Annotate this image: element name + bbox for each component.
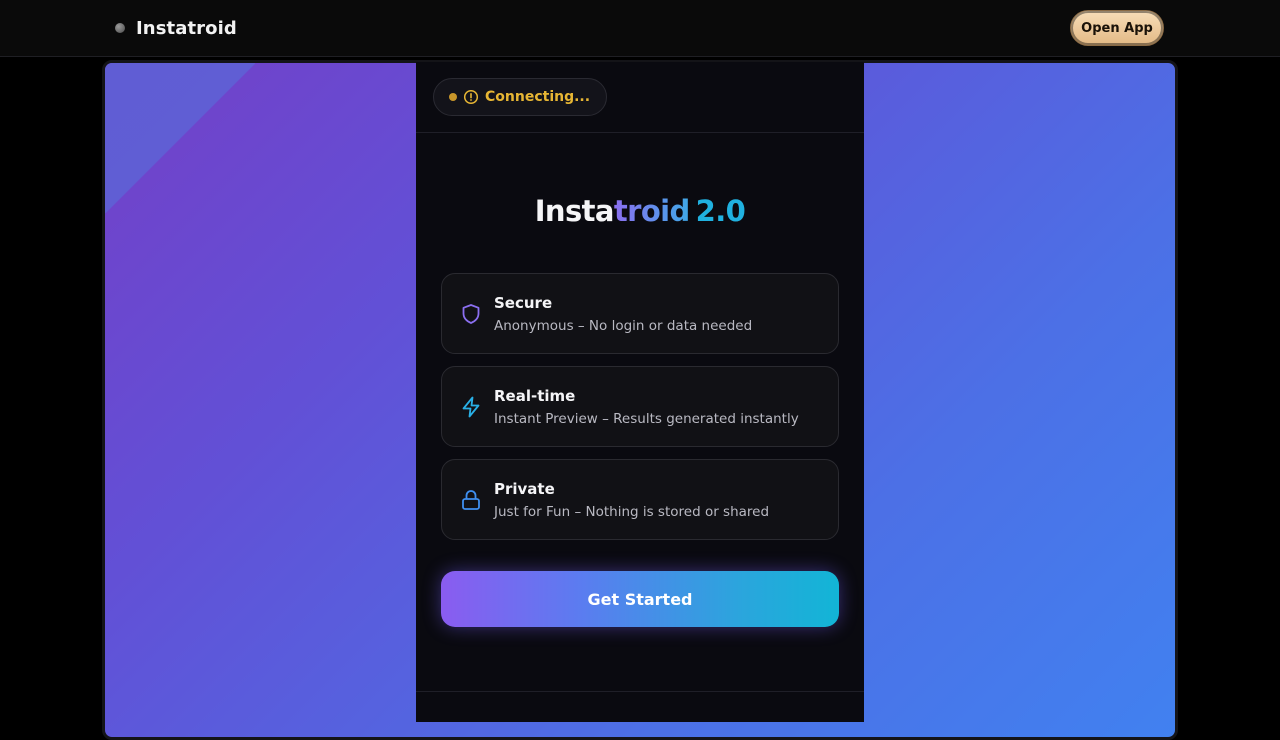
panel-divider bbox=[416, 691, 864, 692]
title-part-b: troid bbox=[613, 194, 690, 228]
main-panel: Connecting... Instatroid 2.0 Secure Anony… bbox=[416, 62, 864, 722]
page-title: Instatroid 2.0 bbox=[416, 194, 864, 228]
feature-description: Just for Fun – Nothing is stored or shar… bbox=[494, 504, 770, 520]
lightning-icon bbox=[459, 395, 483, 419]
status-text: Connecting... bbox=[485, 89, 591, 105]
title-part-a: Insta bbox=[534, 194, 615, 228]
feature-card-realtime: Real-time Instant Preview – Results gene… bbox=[441, 366, 839, 447]
get-started-button[interactable]: Get Started bbox=[441, 571, 839, 627]
brand-logo-icon bbox=[115, 23, 125, 33]
brand-name: Instatroid bbox=[136, 17, 237, 39]
feature-title: Secure bbox=[494, 294, 553, 312]
feature-card-private: Private Just for Fun – Nothing is stored… bbox=[441, 459, 839, 540]
panel-header: Connecting... bbox=[416, 62, 864, 133]
alert-circle-icon bbox=[463, 89, 479, 105]
feature-title: Real-time bbox=[494, 387, 576, 405]
shield-icon bbox=[459, 302, 483, 326]
title-version: 2.0 bbox=[695, 194, 746, 228]
status-dot-icon bbox=[449, 93, 457, 101]
feature-title: Private bbox=[494, 480, 555, 498]
top-nav-bar: Instatroid Open App bbox=[0, 0, 1280, 57]
brand[interactable]: Instatroid bbox=[115, 17, 237, 39]
decorative-corner bbox=[105, 63, 255, 213]
open-app-button[interactable]: Open App bbox=[1070, 10, 1164, 46]
feature-description: Instant Preview – Results generated inst… bbox=[494, 411, 799, 427]
lock-icon bbox=[459, 488, 483, 512]
connection-status-badge: Connecting... bbox=[433, 78, 608, 116]
feature-description: Anonymous – No login or data needed bbox=[494, 318, 753, 334]
feature-card-secure: Secure Anonymous – No login or data need… bbox=[441, 273, 839, 354]
